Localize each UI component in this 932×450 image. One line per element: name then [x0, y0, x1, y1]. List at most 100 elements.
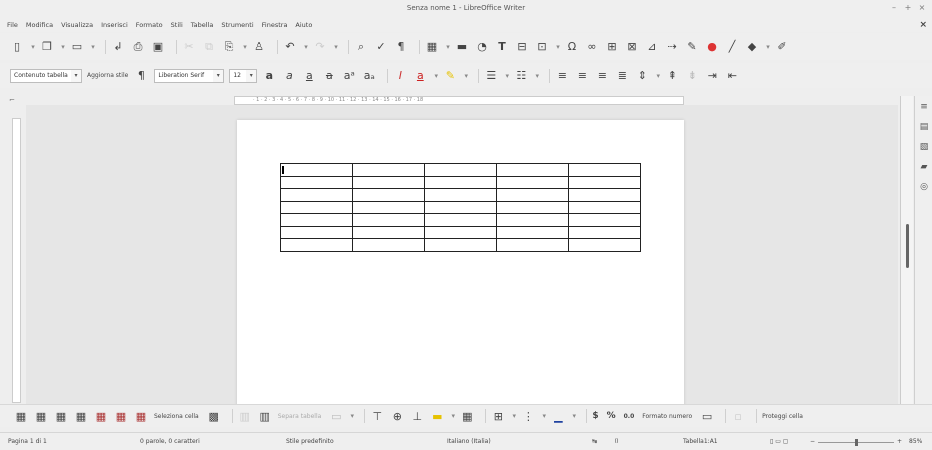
table-cell[interactable] — [280, 175, 353, 189]
print-preview-icon[interactable]: ▣ — [151, 40, 165, 54]
dropdown-arrow-icon[interactable]: ▾ — [534, 69, 540, 83]
table-cell[interactable] — [424, 175, 497, 189]
select-table-icon[interactable]: ▩ — [207, 409, 221, 423]
dropdown-arrow-icon[interactable]: ▾ — [450, 409, 456, 423]
table-cell[interactable] — [424, 163, 497, 177]
insert-endnote-icon[interactable]: ⊠ — [625, 40, 639, 54]
unprotect-cells-icon[interactable]: ▫ — [731, 409, 745, 423]
export-pdf-icon[interactable]: ↲ — [111, 40, 125, 54]
menu-table[interactable]: Tabella — [191, 21, 214, 29]
document-table[interactable] — [280, 163, 641, 252]
paragraph-style-combo[interactable]: Contenuto tabella — [10, 68, 72, 83]
table-properties-icon[interactable]: ▭ — [700, 409, 714, 423]
new-style-icon[interactable]: ¶ — [134, 69, 148, 83]
save-icon[interactable]: ▭ — [70, 40, 84, 54]
table-cell[interactable] — [568, 188, 641, 202]
dropdown-arrow-icon[interactable]: ▾ — [445, 40, 451, 54]
table-cell[interactable] — [496, 163, 569, 177]
insert-mode-icon[interactable]: ↹ — [592, 438, 597, 445]
dropdown-arrow-icon[interactable]: ▾ — [504, 69, 510, 83]
paste-icon[interactable]: ⎘ — [222, 40, 236, 54]
number-format-value-button[interactable]: 0.0 — [624, 413, 635, 420]
copy-icon[interactable]: ⧉ — [202, 40, 216, 54]
table-cell[interactable] — [424, 188, 497, 202]
sidebar-menu-icon[interactable]: ≡ — [918, 102, 930, 114]
superscript-icon[interactable]: aᵃ — [342, 69, 356, 83]
new-document-icon[interactable]: ▯ — [10, 40, 24, 54]
align-top-icon[interactable]: ⊤ — [370, 409, 384, 423]
zoom-in-icon[interactable]: + — [897, 438, 902, 445]
close-icon[interactable]: × — [918, 3, 926, 12]
select-cell-button[interactable]: Seleziona cella — [154, 413, 199, 420]
autoformat-styles-icon[interactable]: ▦ — [460, 409, 474, 423]
insert-special-character-icon[interactable]: Ω — [565, 40, 579, 54]
line-spacing-icon[interactable]: ⇕ — [635, 69, 649, 83]
find-replace-icon[interactable]: ⌕ — [354, 40, 368, 54]
increase-indent-icon[interactable]: ⇥ — [705, 69, 719, 83]
insert-hyperlink-icon[interactable]: ∞ — [585, 40, 599, 54]
dropdown-arrow-icon[interactable]: ▾ — [333, 40, 339, 54]
dropdown-arrow-icon[interactable]: ▾ — [90, 40, 96, 54]
spelling-icon[interactable]: ✓ — [374, 40, 388, 54]
bold-icon[interactable]: a — [262, 69, 276, 83]
vertical-scrollbar[interactable] — [900, 96, 913, 404]
print-icon[interactable]: ⎙ — [131, 40, 145, 54]
maximize-icon[interactable]: + — [904, 3, 912, 12]
dropdown-arrow-icon[interactable]: ▾ — [303, 40, 309, 54]
table-cell[interactable] — [280, 225, 353, 239]
protect-cell-button[interactable]: Proteggi cella — [762, 413, 803, 420]
strikethrough-icon[interactable]: a — [322, 69, 336, 83]
dropdown-arrow-icon[interactable]: ▾ — [511, 409, 517, 423]
minimize-icon[interactable]: – — [890, 3, 898, 12]
insert-text-box-icon[interactable]: T — [495, 40, 509, 54]
selection-mode-icon[interactable]: ⌷ — [615, 438, 619, 446]
styles-icon[interactable]: ▧ — [918, 142, 930, 154]
table-cell[interactable] — [280, 200, 353, 214]
menu-window[interactable]: Finestra — [262, 21, 288, 29]
currency-format-button[interactable]: $ — [592, 411, 598, 421]
bullets-icon[interactable]: ☰ — [484, 69, 498, 83]
table-cell[interactable] — [424, 213, 497, 227]
menu-insert[interactable]: Inserisci — [101, 21, 128, 29]
insert-page-break-icon[interactable]: ⊟ — [515, 40, 529, 54]
dropdown-arrow-icon[interactable]: ▾ — [541, 409, 547, 423]
insert-comment-icon[interactable]: ✎ — [685, 40, 699, 54]
document-page[interactable] — [237, 120, 684, 410]
align-bottom-icon[interactable]: ⊥ — [410, 409, 424, 423]
dropdown-arrow-icon[interactable]: ▾ — [30, 40, 36, 54]
update-style-button[interactable]: Aggiorna stile — [87, 72, 128, 79]
table-cell[interactable] — [352, 213, 425, 227]
table-cell[interactable] — [352, 188, 425, 202]
numbering-icon[interactable]: ☷ — [514, 69, 528, 83]
percent-format-button[interactable]: % — [607, 411, 616, 421]
table-cell[interactable] — [568, 238, 641, 252]
undo-icon[interactable]: ↶ — [283, 40, 297, 54]
align-right-icon[interactable]: ≡ — [595, 69, 609, 83]
track-changes-icon[interactable]: ● — [705, 40, 719, 54]
table-cell[interactable] — [280, 238, 353, 252]
page-style[interactable]: Stile predefinito — [286, 438, 334, 445]
table-cell[interactable] — [352, 163, 425, 177]
menu-styles[interactable]: Stili — [171, 21, 183, 29]
zoom-out-icon[interactable]: − — [810, 438, 815, 445]
delete-columns-icon[interactable]: ▦ — [114, 409, 128, 423]
redo-icon[interactable]: ↷ — [313, 40, 327, 54]
horizontal-ruler[interactable]: · 1 · 2 · 3 · 4 · 5 · 6 · 7 · 8 · 9 · 10… — [234, 96, 684, 105]
zoom-slider-knob[interactable] — [855, 439, 858, 446]
table-cell[interactable] — [568, 175, 641, 189]
open-icon[interactable]: ❐ — [40, 40, 54, 54]
formatting-marks-icon[interactable]: ¶ — [394, 40, 408, 54]
vertical-ruler[interactable] — [12, 118, 21, 403]
highlighting-color-icon[interactable]: ✎ — [443, 69, 457, 83]
table-cell[interactable] — [352, 200, 425, 214]
dropdown-arrow-icon[interactable]: ▾ — [555, 40, 561, 54]
dropdown-arrow-icon[interactable]: ▾ — [463, 69, 469, 83]
split-table-button[interactable]: Separa tabella — [278, 413, 322, 420]
dropdown-arrow-icon[interactable]: ▾ — [60, 40, 66, 54]
dropdown-arrow-icon[interactable]: ▾ — [655, 69, 661, 83]
align-center-icon[interactable]: ≡ — [575, 69, 589, 83]
language[interactable]: Italiano (Italia) — [447, 438, 491, 445]
merge-cells-icon[interactable]: ▥ — [238, 409, 252, 423]
split-cells-icon[interactable]: ▥ — [258, 409, 272, 423]
gallery-icon[interactable]: ▰ — [918, 162, 930, 174]
